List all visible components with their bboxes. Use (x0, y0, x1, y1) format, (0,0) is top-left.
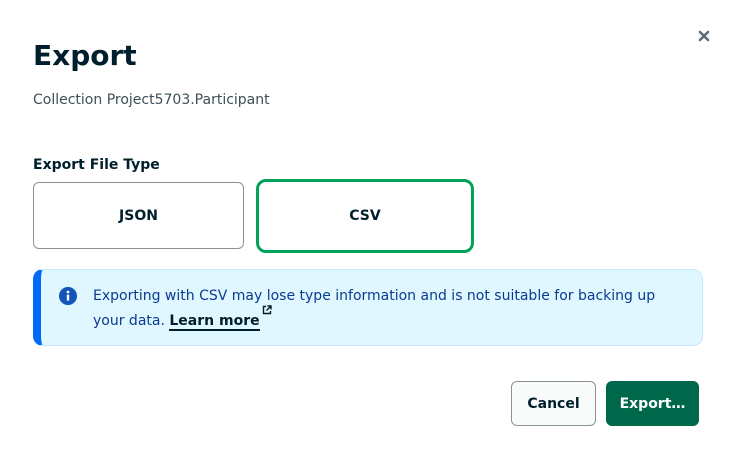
info-banner: Exporting with CSV may lose type informa… (33, 269, 703, 346)
file-type-option-label: JSON (119, 207, 158, 224)
collection-subtitle: Collection Project5703.Participant (33, 92, 270, 108)
info-icon (59, 287, 77, 305)
cancel-button[interactable]: Cancel (511, 381, 596, 426)
close-button[interactable] (694, 26, 714, 46)
export-file-type-label: Export File Type (33, 157, 160, 173)
learn-more-link[interactable]: Learn more (169, 313, 260, 331)
export-button[interactable]: Export… (606, 381, 699, 426)
file-type-option-csv[interactable]: CSV (256, 179, 474, 253)
file-type-option-json[interactable]: JSON (33, 182, 244, 249)
dialog-title: Export (33, 39, 137, 72)
file-type-option-label: CSV (349, 208, 381, 224)
external-link-icon[interactable] (262, 305, 272, 315)
close-icon (698, 30, 710, 42)
export-dialog: Export Collection Project5703.Participan… (0, 0, 735, 461)
info-banner-text: Exporting with CSV may lose type informa… (93, 284, 673, 334)
